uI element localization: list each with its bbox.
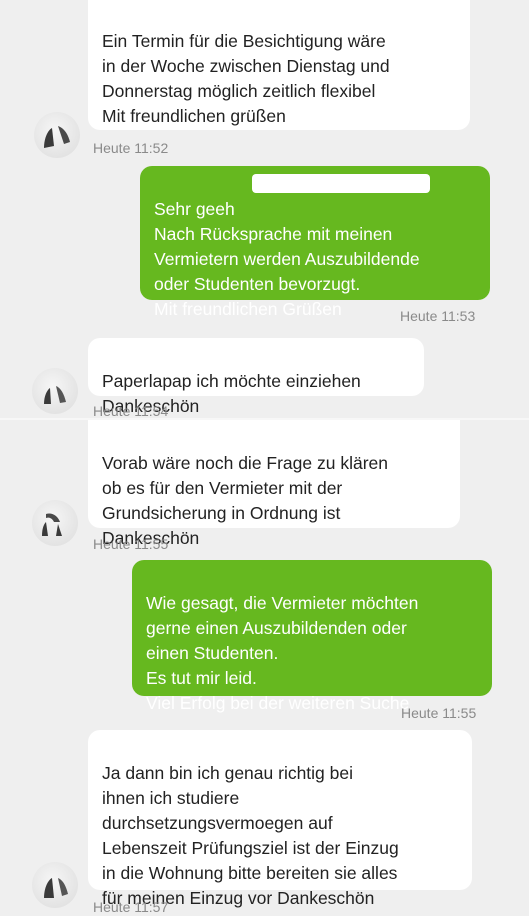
message-timestamp: Heute 11:55 bbox=[93, 536, 169, 552]
message-timestamp: Heute 11:53 bbox=[400, 308, 476, 324]
message-text: Wie gesagt, die Vermieter möchten gerne … bbox=[146, 593, 419, 713]
message-timestamp: Heute 11:54 bbox=[93, 403, 169, 419]
user-avatar-icon bbox=[44, 386, 66, 404]
message-text: Ja dann bin ich genau richtig bei ihnen … bbox=[102, 763, 399, 908]
message-timestamp: Heute 11:52 bbox=[93, 140, 169, 156]
message-text: Vorab wäre noch die Frage zu klären ob e… bbox=[102, 453, 388, 548]
message-timestamp: Heute 11:57 bbox=[93, 899, 169, 915]
message-bubble-outgoing[interactable]: Wie gesagt, die Vermieter möchten gerne … bbox=[132, 560, 492, 713]
sender-avatar[interactable] bbox=[32, 862, 78, 908]
user-avatar-icon bbox=[44, 878, 68, 898]
user-avatar-icon bbox=[42, 513, 62, 536]
message-text: Sehr geeh Nach Rücksprache mit meinen Ve… bbox=[154, 199, 420, 319]
message-bubble-incoming[interactable]: Ja dann bin ich genau richtig bei ihnen … bbox=[88, 730, 472, 908]
user-avatar-icon bbox=[44, 126, 70, 148]
sender-avatar[interactable] bbox=[32, 368, 78, 414]
message-bubble-incoming[interactable]: Ein Termin für die Besichtigung wäre in … bbox=[88, 0, 470, 130]
sender-avatar[interactable] bbox=[32, 500, 78, 546]
chat-view[interactable]: Ein Termin für die Besichtigung wäre in … bbox=[0, 0, 529, 916]
message-bubble-incoming[interactable]: Paperlapap ich möchte einziehen Dankesch… bbox=[88, 338, 424, 416]
message-bubble-incoming[interactable]: Vorab wäre noch die Frage zu klären ob e… bbox=[88, 420, 460, 548]
sender-avatar[interactable] bbox=[34, 112, 80, 158]
message-text: Ein Termin für die Besichtigung wäre in … bbox=[102, 31, 390, 126]
redaction-mark bbox=[252, 174, 430, 193]
message-timestamp: Heute 11:55 bbox=[401, 705, 477, 721]
